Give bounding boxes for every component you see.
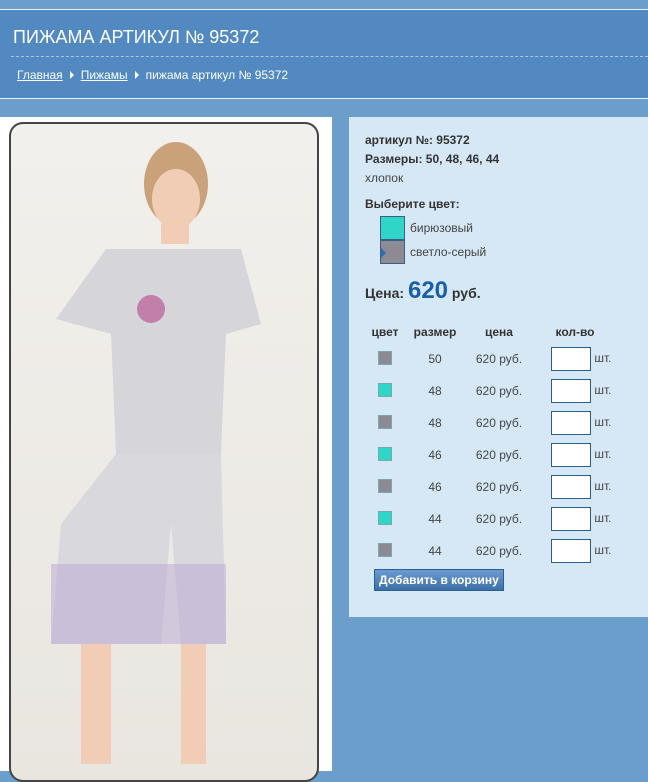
price-cell: 620 руб. bbox=[475, 416, 523, 430]
size-cell: 44 bbox=[428, 512, 442, 526]
unit-label: шт. bbox=[594, 511, 612, 526]
price-cell: 620 руб. bbox=[475, 384, 523, 398]
variants-table: цвет размер цена кол-во 50 620 руб. шт. … bbox=[363, 321, 615, 567]
quantity-cell: шт. bbox=[535, 375, 615, 407]
table-row: 48 620 руб. шт. bbox=[363, 375, 615, 407]
unit-label: шт. bbox=[594, 543, 612, 558]
size-cell: 50 bbox=[428, 352, 442, 366]
quantity-cell: шт. bbox=[535, 535, 615, 567]
product-info-panel: артикул №: 95372 Размеры: 50, 48, 46, 44… bbox=[349, 117, 648, 617]
color-swatch bbox=[378, 446, 392, 461]
table-row: 50 620 руб. шт. bbox=[363, 343, 615, 375]
quantity-input[interactable] bbox=[551, 411, 591, 435]
color-swatch-light-gray[interactable] bbox=[380, 240, 405, 264]
article-number: артикул №: 95372 bbox=[365, 133, 470, 147]
column-header-quantity: кол-во bbox=[555, 325, 595, 339]
price-value: 620 bbox=[407, 277, 449, 304]
selected-indicator-icon bbox=[381, 248, 386, 258]
price-cell: 620 руб. bbox=[475, 448, 523, 462]
quantity-cell: шт. bbox=[535, 407, 615, 439]
unit-label: шт. bbox=[594, 351, 612, 366]
column-header-color: цвет bbox=[371, 325, 399, 339]
unit-label: шт. bbox=[594, 415, 612, 430]
breadcrumb-current: пижама артикул № 95372 bbox=[145, 68, 289, 82]
color-cell bbox=[363, 471, 407, 503]
color-swatch bbox=[378, 542, 392, 557]
quantity-cell: шт. bbox=[535, 439, 615, 471]
color-cell bbox=[363, 535, 407, 567]
table-row: 48 620 руб. шт. bbox=[363, 407, 615, 439]
unit-label: шт. bbox=[594, 447, 612, 462]
column-header-price: цена bbox=[485, 325, 513, 339]
color-swatch bbox=[378, 350, 392, 365]
quantity-input[interactable] bbox=[551, 347, 591, 371]
quantity-cell: шт. bbox=[535, 503, 615, 535]
color-swatch bbox=[378, 478, 392, 493]
color-cell bbox=[363, 407, 407, 439]
chevron-right-icon bbox=[134, 71, 139, 79]
size-cell: 48 bbox=[428, 384, 442, 398]
breadcrumb-home[interactable]: Главная bbox=[17, 68, 63, 82]
price-cell: 620 руб. bbox=[475, 512, 523, 526]
price-cell: 620 руб. bbox=[475, 352, 523, 366]
product-image-container bbox=[0, 117, 332, 782]
quantity-input[interactable] bbox=[551, 539, 591, 563]
breadcrumb-pajamas[interactable]: Пижамы bbox=[81, 68, 128, 82]
color-swatch bbox=[378, 382, 392, 397]
size-cell: 44 bbox=[428, 544, 442, 558]
chevron-right-icon bbox=[69, 71, 74, 79]
price-cell: 620 руб. bbox=[475, 480, 523, 494]
color-cell bbox=[363, 375, 407, 407]
color-cell bbox=[363, 343, 407, 375]
table-row: 44 620 руб. шт. bbox=[363, 535, 615, 567]
material: хлопок bbox=[365, 171, 404, 185]
price-cell: 620 руб. bbox=[475, 544, 523, 558]
table-row: 46 620 руб. шт. bbox=[363, 471, 615, 503]
color-swatch-turquoise[interactable] bbox=[380, 216, 405, 240]
price-currency: руб. bbox=[451, 285, 481, 301]
price: Цена: 620 руб. bbox=[365, 277, 481, 305]
quantity-input[interactable] bbox=[551, 443, 591, 467]
color-cell bbox=[363, 439, 407, 471]
unit-label: шт. bbox=[594, 479, 612, 494]
size-cell: 48 bbox=[428, 416, 442, 430]
divider bbox=[11, 56, 648, 57]
product-photo[interactable] bbox=[9, 122, 319, 782]
size-cell: 46 bbox=[428, 448, 442, 462]
color-cell bbox=[363, 503, 407, 535]
quantity-cell: шт. bbox=[535, 343, 615, 375]
unit-label: шт. bbox=[594, 383, 612, 398]
choose-color-label: Выберите цвет: bbox=[365, 197, 460, 211]
page-title: ПИЖАМА АРТИКУЛ № 95372 bbox=[13, 27, 260, 47]
table-row: 46 620 руб. шт. bbox=[363, 439, 615, 471]
table-row: 44 620 руб. шт. bbox=[363, 503, 615, 535]
breadcrumb: Главная Пижамы пижама артикул № 95372 bbox=[17, 68, 288, 82]
color-swatch bbox=[378, 510, 392, 525]
quantity-input[interactable] bbox=[551, 507, 591, 531]
color-name-light-gray[interactable]: светло-серый bbox=[410, 245, 486, 259]
column-header-size: размер bbox=[413, 325, 457, 339]
quantity-input[interactable] bbox=[551, 475, 591, 499]
color-name-turquoise[interactable]: бирюзовый bbox=[410, 221, 473, 235]
quantity-cell: шт. bbox=[535, 471, 615, 503]
price-label: Цена: bbox=[365, 285, 405, 301]
color-swatch bbox=[378, 414, 392, 429]
quantity-input[interactable] bbox=[551, 379, 591, 403]
size-cell: 46 bbox=[428, 480, 442, 494]
page-header: ПИЖАМА АРТИКУЛ № 95372 Главная Пижамы пи… bbox=[0, 9, 648, 99]
sizes: Размеры: 50, 48, 46, 44 bbox=[365, 152, 500, 166]
add-to-cart-button[interactable]: Добавить в корзину bbox=[374, 569, 504, 591]
